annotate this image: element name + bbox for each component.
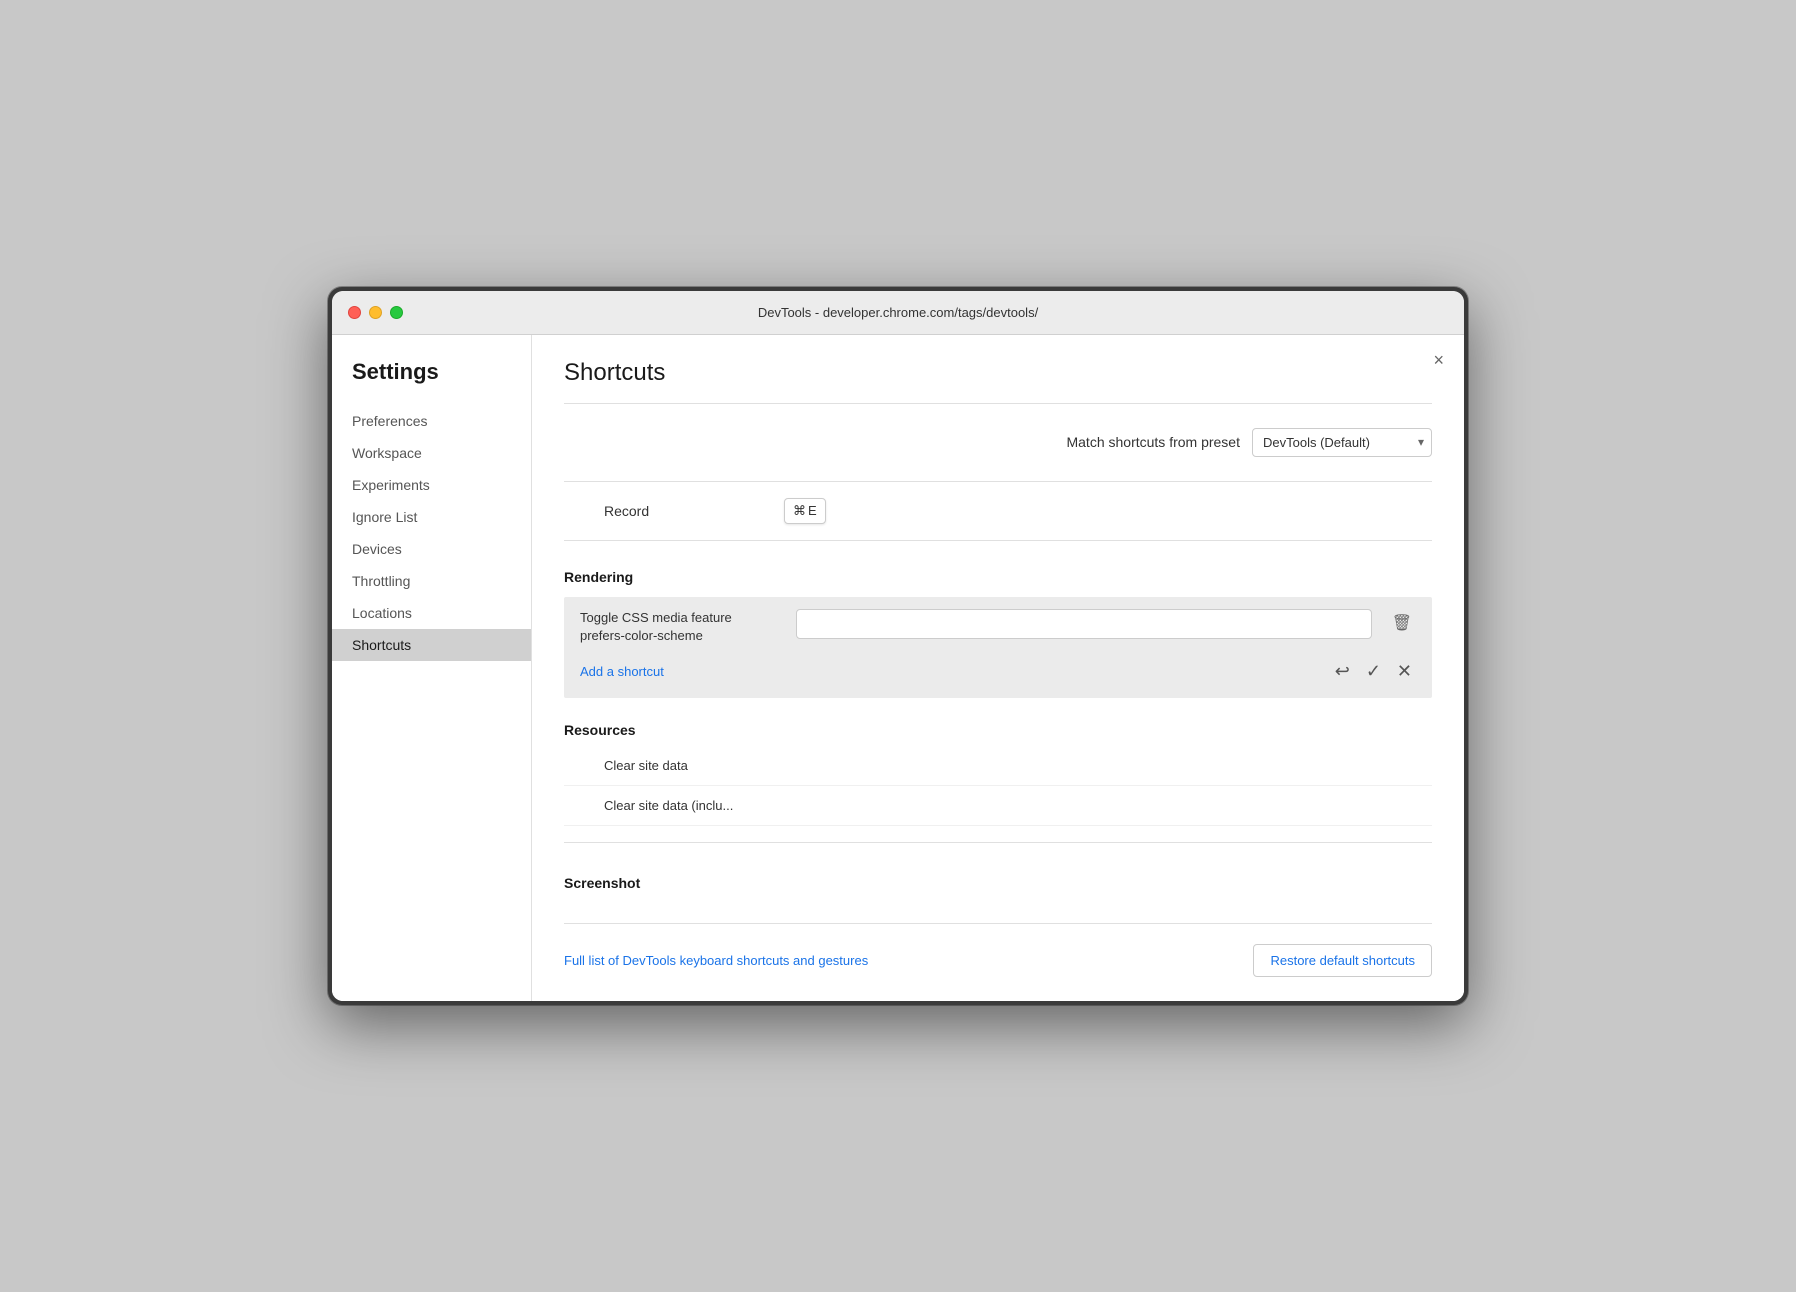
shortcut-input-css-media[interactable] xyxy=(796,609,1372,639)
sidebar-item-throttling[interactable]: Throttling xyxy=(332,565,531,597)
sidebar-item-ignore-list[interactable]: Ignore List xyxy=(332,501,531,533)
confirm-cancel-actions: ↩ ✓ ✕ xyxy=(1331,657,1416,686)
sidebar-item-experiments[interactable]: Experiments xyxy=(332,469,531,501)
preset-row: Match shortcuts from preset DevTools (De… xyxy=(564,428,1432,457)
shortcut-key: E xyxy=(808,503,817,518)
close-window-button[interactable] xyxy=(348,306,361,319)
shortcut-symbol: ⌘ xyxy=(793,503,806,519)
sidebar-item-preferences[interactable]: Preferences xyxy=(332,405,531,437)
minimize-window-button[interactable] xyxy=(369,306,382,319)
shortcut-actions: 🗑 xyxy=(1388,609,1416,637)
title-bar: DevTools - developer.chrome.com/tags/dev… xyxy=(332,291,1464,335)
delete-shortcut-button[interactable]: 🗑 xyxy=(1388,609,1416,637)
restore-defaults-button[interactable]: Restore default shortcuts xyxy=(1253,944,1432,977)
full-list-link[interactable]: Full list of DevTools keyboard shortcuts… xyxy=(564,953,868,968)
panel-title: Shortcuts xyxy=(564,359,1432,387)
add-shortcut-link[interactable]: Add a shortcut xyxy=(580,664,664,679)
undo-shortcut-button[interactable]: ↩ xyxy=(1331,657,1354,686)
close-panel-button[interactable]: × xyxy=(1433,351,1444,369)
screenshot-section: Screenshot xyxy=(564,867,1432,899)
trash-icon: 🗑 xyxy=(1392,613,1412,633)
check-icon: ✓ xyxy=(1366,661,1381,682)
content-panel: × Shortcuts Match shortcuts from preset … xyxy=(532,335,1464,1001)
rendering-section: Toggle CSS media feature prefers-color-s… xyxy=(564,597,1432,698)
resources-section: Resources Clear site data Clear site dat… xyxy=(564,714,1432,826)
preset-label: Match shortcuts from preset xyxy=(1066,434,1240,450)
resource-item-clear-site-inclu: Clear site data (inclu... xyxy=(564,786,1432,826)
resources-section-header: Resources xyxy=(564,714,1432,746)
record-label: Record xyxy=(564,503,784,519)
shortcut-row-rendering: Toggle CSS media feature prefers-color-s… xyxy=(564,597,1432,657)
rendering-section-header: Rendering xyxy=(564,561,1432,593)
preset-select[interactable]: DevTools (Default) Visual Studio Code xyxy=(1252,428,1432,457)
add-shortcut-area: Add a shortcut ↩ ✓ ✕ xyxy=(564,657,1432,698)
traffic-lights xyxy=(348,306,403,319)
window-frame: DevTools - developer.chrome.com/tags/dev… xyxy=(332,291,1464,1001)
sidebar-item-locations[interactable]: Locations xyxy=(332,597,531,629)
title-divider xyxy=(564,403,1432,404)
shortcut-name-css-media: Toggle CSS media feature prefers-color-s… xyxy=(580,609,780,645)
sidebar-item-shortcuts[interactable]: Shortcuts xyxy=(332,629,531,661)
main-content: Settings Preferences Workspace Experimen… xyxy=(332,335,1464,1001)
window-title: DevTools - developer.chrome.com/tags/dev… xyxy=(758,305,1038,320)
maximize-window-button[interactable] xyxy=(390,306,403,319)
sidebar-item-workspace[interactable]: Workspace xyxy=(332,437,531,469)
close-icon: ✕ xyxy=(1397,661,1412,682)
sidebar: Settings Preferences Workspace Experimen… xyxy=(332,335,532,1001)
preset-select-wrapper: DevTools (Default) Visual Studio Code ▾ xyxy=(1252,428,1432,457)
resources-divider xyxy=(564,842,1432,843)
undo-icon: ↩ xyxy=(1335,661,1350,682)
resource-item-clear-site: Clear site data xyxy=(564,746,1432,786)
confirm-shortcut-button[interactable]: ✓ xyxy=(1362,657,1385,686)
panel-footer: Full list of DevTools keyboard shortcuts… xyxy=(564,923,1432,977)
sidebar-item-devices[interactable]: Devices xyxy=(332,533,531,565)
cancel-shortcut-button[interactable]: ✕ xyxy=(1393,657,1416,686)
app-window: DevTools - developer.chrome.com/tags/dev… xyxy=(328,287,1468,1005)
record-row: Record ⌘ E xyxy=(564,481,1432,541)
sidebar-title: Settings xyxy=(332,359,531,405)
record-shortcut: ⌘ E xyxy=(784,498,826,524)
screenshot-section-header: Screenshot xyxy=(564,867,1432,899)
